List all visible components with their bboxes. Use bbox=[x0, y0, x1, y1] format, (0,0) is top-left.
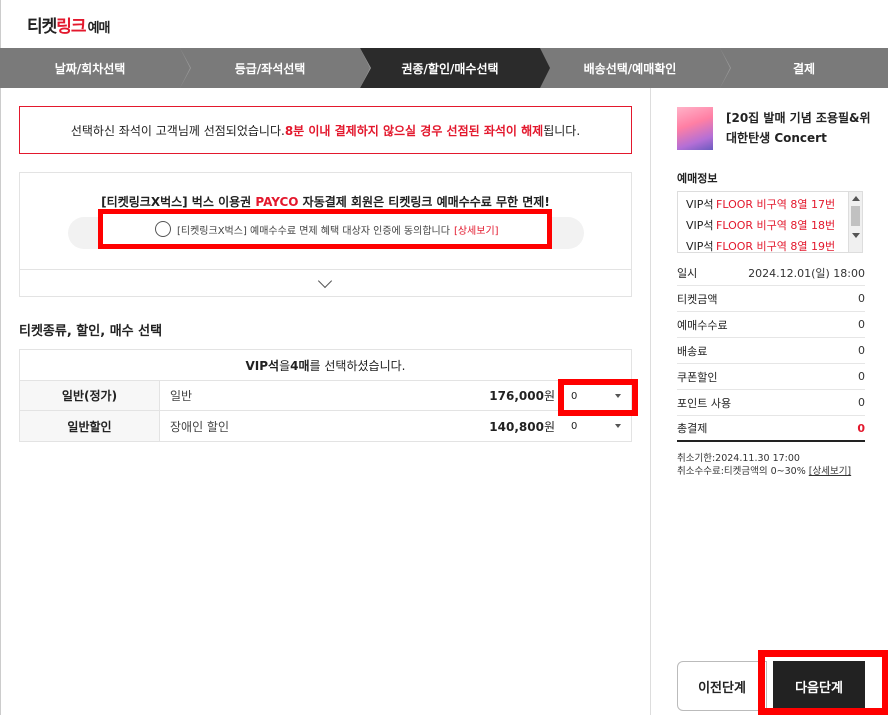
show-title: [20집 발매 기념 조용필&위대한탄생 Concert bbox=[726, 111, 871, 145]
list-item: VIP석 FLOOR 비구역 8열 17번 bbox=[686, 197, 836, 211]
cancel-detail-link[interactable]: [상세보기] bbox=[809, 466, 851, 477]
step-seat-select: 등급/좌석선택 bbox=[180, 48, 371, 88]
list-item: VIP석 FLOOR 비구역 8열 19번 bbox=[686, 239, 836, 253]
promo-title: [티켓링크X벅스] 벅스 이용권 PAYCO 자동결제 회원은 티켓링크 예매수… bbox=[101, 195, 550, 209]
list-item: VIP석 FLOOR 비구역 8열 18번 bbox=[686, 218, 836, 232]
ticket-type-label: 일반(정가) bbox=[20, 381, 160, 410]
booking-info-title: 예매정보 bbox=[677, 172, 718, 185]
fee-row-delivery: 배송료 0 bbox=[677, 338, 865, 364]
agree-radio[interactable] bbox=[155, 221, 171, 237]
bugs-promo-box: [티켓링크X벅스] 벅스 이용권 PAYCO 자동결제 회원은 티켓링크 예매수… bbox=[19, 172, 632, 297]
step-payment: 결제 bbox=[792, 61, 816, 76]
chevron-down-icon[interactable] bbox=[317, 273, 333, 289]
fee-row-coupon: 쿠폰할인 0 bbox=[677, 364, 865, 390]
ticket-desc: 장애인 할인 bbox=[170, 419, 230, 434]
table-row: 일반할인 장애인 할인 140,800원 0 bbox=[20, 411, 631, 441]
ticket-desc: 일반 bbox=[170, 389, 193, 403]
quantity-select[interactable]: 0 bbox=[565, 415, 627, 437]
fee-row-booking-fee: 예매수수료 0 bbox=[677, 312, 865, 338]
seat-hold-notice: 선택하신 좌석이 고객님께 선점되었습니다. 8분 이내 결제하지 않으실 경우… bbox=[19, 106, 632, 154]
highlight-box bbox=[758, 650, 888, 715]
fee-row-ticket-amount: 티켓금액 0 bbox=[677, 286, 865, 312]
ticketlink-logo[interactable]: 티켓링크 예매 bbox=[27, 12, 110, 37]
divider bbox=[20, 269, 631, 270]
cancel-policy: 취소기한:2024.11.30 17:00 취소수수료:티켓금액의 0~30% … bbox=[677, 453, 852, 477]
table-row: 일반(정가) 일반 176,000원 0 bbox=[20, 379, 638, 416]
dropdown-arrow-icon bbox=[615, 424, 621, 428]
step-date-select: 날짜/회차선택 bbox=[0, 48, 191, 88]
step-delivery-confirm: 배송선택/예매확인 bbox=[540, 48, 731, 88]
promo-detail-link[interactable]: [상세보기] bbox=[454, 222, 499, 237]
fee-row-points: 포인트 사용 0 bbox=[677, 390, 865, 416]
ticket-section-title: 티켓종류, 할인, 매수 선택 bbox=[19, 324, 163, 339]
fee-row-date: 일시 2024.12.01(일) 18:00 bbox=[677, 260, 865, 286]
selected-seat-summary: VIP석 을 4매 를 선택하셨습니다. bbox=[20, 350, 631, 381]
selected-seat-list[interactable]: VIP석 FLOOR 비구역 8열 17번 VIP석 FLOOR 비구역 8열 18… bbox=[677, 191, 863, 253]
show-poster bbox=[677, 107, 713, 150]
step-navigation: 날짜/회차선택 등급/좌석선택 권종/할인/매수선택 배송선택/예매확인 결제 bbox=[0, 48, 888, 88]
scroll-down-icon[interactable] bbox=[852, 233, 860, 238]
ticket-price: 176,000원 bbox=[489, 389, 555, 403]
fee-waiver-agree-option[interactable]: [티켓링크X벅스] 예매수수료 면제 혜택 대상자 인증에 동의합니다 [상세보… bbox=[98, 209, 552, 249]
scroll-thumb[interactable] bbox=[851, 206, 860, 226]
agree-label: [티켓링크X벅스] 예매수수료 면제 혜택 대상자 인증에 동의합니다 bbox=[177, 225, 450, 237]
header: 티켓링크 예매 bbox=[0, 0, 888, 48]
scrollbar[interactable] bbox=[848, 192, 862, 252]
ticket-type-label: 일반할인 bbox=[20, 411, 160, 441]
main-panel: 선택하신 좌석이 고객님께 선점되었습니다. 8분 이내 결제하지 않으실 경우… bbox=[0, 88, 650, 715]
prev-step-button[interactable]: 이전단계 bbox=[677, 661, 767, 711]
booking-summary-panel: [20집 발매 기념 조용필&위대한탄생 Concert 예매정보 VIP석 FL… bbox=[650, 88, 888, 715]
step-ticket-type-select: 권종/할인/매수선택 bbox=[360, 48, 550, 88]
fee-list: 일시 2024.12.01(일) 18:00 티켓금액 0 예매수수료 0 배송료 0 … bbox=[677, 260, 865, 442]
scroll-up-icon[interactable] bbox=[852, 196, 860, 201]
fee-row-total: 총결제 0 bbox=[677, 416, 865, 442]
ticket-price: 140,800원 bbox=[489, 419, 555, 434]
ticket-type-table: VIP석 을 4매 를 선택하셨습니다. 일반(정가) 일반 176,000원 0 … bbox=[19, 349, 638, 442]
